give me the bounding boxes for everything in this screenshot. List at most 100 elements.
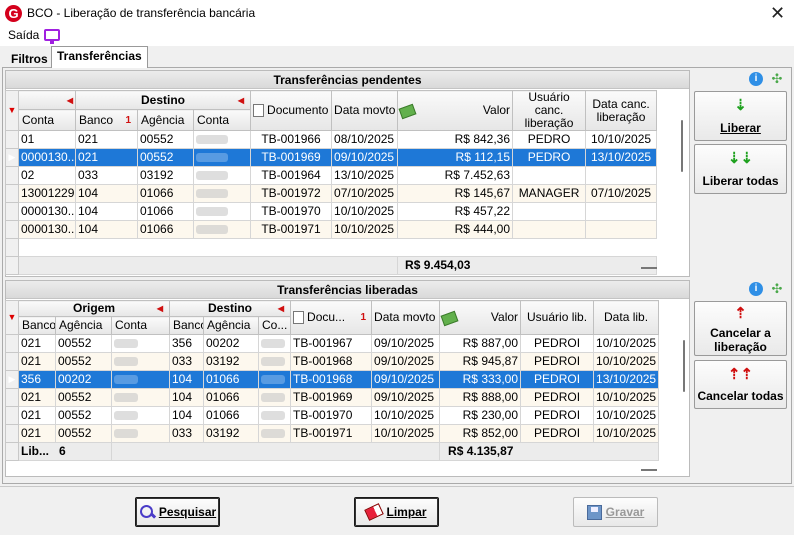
tab-transferencias[interactable]: Transferências [51, 46, 148, 68]
save-icon [586, 504, 602, 520]
pendentes-title: Transferências pendentes [6, 71, 689, 89]
col-agencia-origem[interactable]: Agência [55, 316, 112, 335]
cell-conta-origem [111, 370, 170, 389]
gravar-button[interactable]: Gravar [573, 497, 658, 527]
liberadas-vscroll[interactable] [683, 340, 685, 392]
table-row[interactable]: 02 033 03192 TB-001964 13/10/2025 R$ 7.452,63 [5, 166, 658, 185]
cell-banco-destino: 356 [169, 334, 204, 353]
col-data-lib[interactable]: Data lib. [593, 300, 660, 335]
col-banco[interactable]: Banco 1 [75, 109, 138, 131]
col-data-movto-lib[interactable]: Data movto [371, 300, 441, 335]
table-row[interactable]: 021 00552 033 03192 TB-001968 09/10/2025 R$ 94… [5, 352, 660, 371]
expand-icon[interactable]: ✣ [769, 71, 785, 87]
row-indicator [5, 406, 19, 425]
col-conta[interactable]: Conta [18, 109, 76, 131]
cell-data-movto: 13/10/2025 [331, 166, 399, 185]
col-valor-lib[interactable]: Valor [439, 300, 522, 335]
col-documento[interactable]: Documento [250, 90, 333, 131]
monitor-icon[interactable] [44, 29, 60, 44]
cancelar-liberacao-button[interactable]: ⇡ Cancelar a liberação [694, 301, 787, 356]
cell-conta-origem [111, 406, 170, 425]
cancelar-todas-button[interactable]: ⇡⇡ Cancelar todas [694, 360, 787, 409]
col-banco-destino[interactable]: Banco [169, 316, 204, 335]
cell-usuario: PEDROI [520, 406, 595, 425]
table-row[interactable]: ▶ 356 00202 104 01066 TB-001968 09/10/2025 R$ 3… [5, 370, 660, 389]
cell-valor: R$ 333,00 [439, 370, 522, 389]
col-usuario-lib[interactable]: Usuário lib. [520, 300, 595, 335]
col-conta-origem[interactable]: Conta [111, 316, 170, 335]
table-row[interactable]: 021 00552 104 01066 TB-001970 10/10/2025 R$ 23… [5, 406, 660, 425]
cell-conta-destino [192, 130, 252, 149]
table-row[interactable]: ▶ 0000130... 021 00552 TB-001969 09/10/2025 R$… [5, 148, 658, 167]
menu-item-saida[interactable]: Saída [8, 28, 39, 42]
close-icon[interactable]: ✕ [770, 2, 785, 24]
col-valor[interactable]: Valor [397, 90, 514, 131]
cell-agencia-origem: 00202 [55, 370, 112, 389]
sort-icon: 1 [125, 114, 131, 126]
table-row[interactable]: 021 00552 104 01066 TB-001969 09/10/2025 R$ 88… [5, 388, 660, 407]
cell-documento: TB-001968 [290, 370, 373, 389]
info-icon-liberadas[interactable]: i [749, 282, 763, 296]
liberar-button[interactable]: ⇣ Liberar [694, 91, 787, 141]
redacted-value [196, 171, 228, 181]
group-destino-lib: Destino ◀ [168, 300, 292, 317]
table-row[interactable]: 13001229 104 01066 TB-001972 07/10/2025 R$ 14… [5, 184, 658, 203]
row-indicator [5, 130, 19, 149]
cell-data-movto: 09/10/2025 [371, 352, 441, 371]
cell-conta: 0000130... [18, 148, 76, 167]
col-agencia-destino[interactable]: Agência [203, 316, 259, 335]
redacted-value [196, 153, 228, 163]
redacted-value [261, 393, 285, 403]
document-icon [293, 311, 305, 325]
cell-data-lib: 10/10/2025 [593, 406, 660, 425]
pendentes-total: R$ 9.454,03 [397, 256, 658, 275]
cell-documento: TB-001972 [250, 184, 333, 203]
redacted-value [196, 135, 228, 145]
cell-data-canc: 07/10/2025 [585, 184, 658, 203]
cell-documento: TB-001967 [290, 334, 373, 353]
col-data-canc[interactable]: Data canc. liberação [585, 90, 658, 131]
cell-documento: TB-001968 [290, 352, 373, 371]
redacted-value [261, 429, 285, 439]
cell-banco: 104 [75, 220, 138, 239]
table-row[interactable]: 0000130... 104 01066 TB-001971 10/10/2025 R$ … [5, 220, 658, 239]
col-banco-origem[interactable]: Banco [18, 316, 56, 335]
pesquisar-button[interactable]: Pesquisar [135, 497, 220, 527]
liberadas-footer-spacer [110, 442, 441, 461]
col-conta-destino[interactable]: Conta [192, 109, 252, 131]
pendentes-hscroll[interactable] [641, 267, 657, 269]
cell-agencia-origem: 00552 [55, 388, 112, 407]
pendentes-vscroll[interactable] [681, 120, 683, 172]
cell-documento: TB-001964 [250, 166, 333, 185]
expand-icon-liberadas[interactable]: ✣ [769, 281, 785, 297]
col-documento-lib[interactable]: Docu... 1 [290, 300, 373, 335]
liberar-todas-button[interactable]: ⇣⇣ Liberar todas [694, 144, 787, 194]
cell-data-movto: 08/10/2025 [331, 130, 399, 149]
row-indicator [5, 220, 19, 239]
liberadas-hscroll[interactable] [641, 469, 657, 471]
tab-filtros[interactable]: Filtros [6, 50, 53, 68]
table-row[interactable]: 021 00552 356 00202 TB-001967 09/10/2025 R$ 88… [5, 334, 660, 353]
col-conta-destino-lib[interactable]: Co... [257, 316, 292, 335]
cancelar-todas-label: Cancelar todas [697, 389, 784, 403]
cell-usuario: MANAGER [512, 184, 587, 203]
limpar-button[interactable]: Limpar [354, 497, 439, 527]
pendentes-table: ▼ ◀ Destino ◀ Documento Data movto Valor … [5, 89, 658, 275]
cell-banco-destino: 033 [169, 352, 204, 371]
cell-conta: 0000130... [18, 202, 76, 221]
info-icon[interactable]: i [749, 72, 763, 86]
cell-valor: R$ 842,36 [397, 130, 514, 149]
redacted-value [114, 411, 138, 421]
col-data-movto[interactable]: Data movto [331, 90, 399, 131]
table-row[interactable]: 021 00552 033 03192 TB-001971 10/10/2025 R$ 85… [5, 424, 660, 443]
cell-agencia-destino: 03192 [203, 424, 259, 443]
table-row[interactable]: 0000130... 104 01066 TB-001970 10/10/2025 R$ … [5, 202, 658, 221]
window-title: BCO - Liberação de transferência bancári… [27, 6, 256, 20]
cell-documento: TB-001971 [250, 220, 333, 239]
redacted-value [196, 189, 228, 199]
group-origem: Origem ◀ [18, 300, 170, 317]
col-usuario-canc[interactable]: Usuário canc. liberação [512, 90, 587, 131]
sort-icon: 1 [360, 312, 367, 323]
col-agencia[interactable]: Agência [137, 109, 194, 131]
table-row[interactable]: 01 021 00552 TB-001966 08/10/2025 R$ 842,36 PE… [5, 130, 658, 149]
